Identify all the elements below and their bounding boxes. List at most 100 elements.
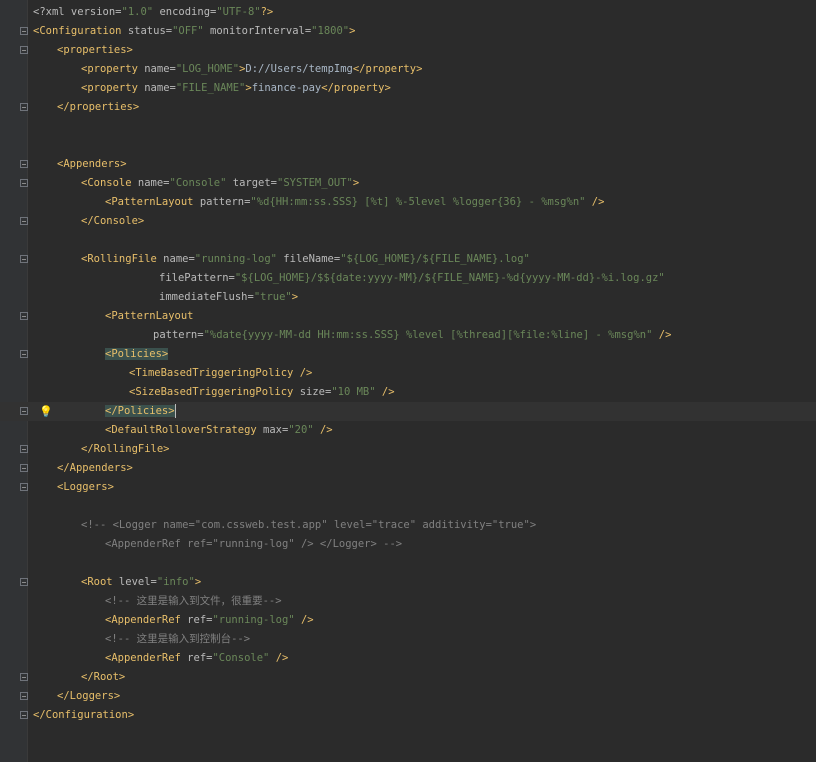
- code-token: fileName=: [276, 253, 341, 265]
- code-line[interactable]: immediateFlush="true">: [0, 288, 816, 307]
- fold-marker-icon[interactable]: [20, 350, 28, 358]
- code-text: <Policies>: [105, 345, 169, 364]
- code-line[interactable]: filePattern="${LOG_HOME}/$${date:yyyy-MM…: [0, 269, 816, 288]
- code-token: "10 MB": [331, 386, 376, 398]
- code-token: >: [349, 25, 356, 37]
- code-token: encoding=: [153, 6, 217, 18]
- code-token: "%date{yyyy-MM-dd HH:mm:ss.SSS} %level […: [203, 329, 653, 341]
- fold-marker-icon[interactable]: [20, 103, 28, 111]
- code-token: "SYSTEM_OUT": [277, 177, 353, 189]
- code-line[interactable]: <DefaultRolloverStrategy max="20" />: [0, 421, 816, 440]
- code-token: <AppenderRef: [105, 652, 181, 664]
- code-line[interactable]: pattern="%date{yyyy-MM-dd HH:mm:ss.SSS} …: [0, 326, 816, 345]
- code-line[interactable]: <Console name="Console" target="SYSTEM_O…: [0, 174, 816, 193]
- code-line[interactable]: </Configuration>: [0, 706, 816, 725]
- code-line[interactable]: <SizeBasedTriggeringPolicy size="10 MB" …: [0, 383, 816, 402]
- code-text: <PatternLayout: [105, 307, 194, 326]
- code-token: <PatternLayout: [105, 196, 194, 208]
- code-token: <property: [81, 63, 138, 75]
- fold-marker-icon[interactable]: [20, 255, 28, 263]
- code-text: <Console name="Console" target="SYSTEM_O…: [81, 174, 359, 193]
- code-line[interactable]: <TimeBasedTriggeringPolicy />: [0, 364, 816, 383]
- fold-marker-icon[interactable]: [20, 578, 28, 586]
- fold-marker-icon[interactable]: [20, 312, 28, 320]
- code-token: <Console: [81, 177, 132, 189]
- code-token: </properties>: [57, 101, 140, 113]
- code-token: >: [291, 291, 299, 303]
- code-line[interactable]: </Appenders>: [0, 459, 816, 478]
- code-token: level=: [112, 576, 157, 588]
- fold-marker-icon[interactable]: [20, 27, 28, 35]
- code-text: <AppenderRef ref="running-log" /> </Logg…: [105, 535, 402, 554]
- code-line[interactable]: </Loggers>: [0, 687, 816, 706]
- code-token: <property: [81, 82, 138, 94]
- code-text: </Loggers>: [57, 687, 120, 706]
- code-token: <Policies>: [105, 348, 169, 360]
- code-line[interactable]: <!-- <Logger name="com.cssweb.test.app" …: [0, 516, 816, 535]
- code-line[interactable]: <property name="LOG_HOME">D://Users/temp…: [0, 60, 816, 79]
- fold-marker-icon[interactable]: [20, 711, 28, 719]
- fold-marker-icon[interactable]: [20, 483, 28, 491]
- code-text: <AppenderRef ref="running-log" />: [105, 611, 314, 630]
- code-text: <property name="FILE_NAME">finance-pay</…: [81, 79, 391, 98]
- code-token: target=: [226, 177, 277, 189]
- code-line[interactable]: <Root level="info">: [0, 573, 816, 592]
- code-line[interactable]: <Configuration status="OFF" monitorInter…: [0, 22, 816, 41]
- code-line[interactable]: <Policies>: [0, 345, 816, 364]
- code-token: <Loggers>: [57, 481, 114, 493]
- intention-bulb-icon[interactable]: 💡: [39, 405, 53, 419]
- code-line[interactable]: [0, 136, 816, 155]
- code-line[interactable]: [0, 497, 816, 516]
- code-text: <Root level="info">: [81, 573, 201, 592]
- code-token: <RollingFile: [81, 253, 157, 265]
- code-line[interactable]: <AppenderRef ref="Console" />: [0, 649, 816, 668]
- fold-marker-icon[interactable]: [20, 407, 28, 415]
- fold-marker-icon[interactable]: [20, 673, 28, 681]
- code-editor[interactable]: <?xml version="1.0" encoding="UTF-8"?> <C…: [0, 0, 816, 762]
- code-line[interactable]: <AppenderRef ref="running-log" /> </Logg…: [0, 535, 816, 554]
- code-line[interactable]: <PatternLayout: [0, 307, 816, 326]
- code-text: <DefaultRolloverStrategy max="20" />: [105, 421, 333, 440]
- code-token: D://Users/tempImg: [245, 63, 353, 75]
- code-line[interactable]: </Root>: [0, 668, 816, 687]
- fold-marker-icon[interactable]: [20, 464, 28, 472]
- code-text: </RollingFile>: [81, 440, 170, 459]
- code-token: <PatternLayout: [105, 310, 194, 322]
- code-line[interactable]: <AppenderRef ref="running-log" />: [0, 611, 816, 630]
- code-token: filePattern=: [159, 272, 235, 284]
- code-line[interactable]: </Console>: [0, 212, 816, 231]
- code-line[interactable]: [0, 554, 816, 573]
- code-token: "true": [253, 291, 292, 303]
- code-line[interactable]: <Appenders>: [0, 155, 816, 174]
- code-token: />: [294, 614, 314, 626]
- code-line[interactable]: <Loggers>: [0, 478, 816, 497]
- code-token: />: [313, 424, 333, 436]
- code-line[interactable]: </properties>: [0, 98, 816, 117]
- fold-marker-icon[interactable]: [20, 179, 28, 187]
- code-line[interactable]: <!-- 这里是输入到文件，很重要-->: [0, 592, 816, 611]
- code-token: immediateFlush=: [159, 291, 254, 303]
- fold-marker-icon[interactable]: [20, 160, 28, 168]
- code-line[interactable]: <?xml version="1.0" encoding="UTF-8"?>: [0, 3, 816, 22]
- fold-marker-icon[interactable]: [20, 217, 28, 225]
- fold-marker-icon[interactable]: [20, 445, 28, 453]
- code-line[interactable]: 💡 </Policies>: [0, 402, 816, 421]
- code-text: </Root>: [81, 668, 125, 687]
- code-line[interactable]: </RollingFile>: [0, 440, 816, 459]
- code-token: <?xml version=: [33, 6, 122, 18]
- code-token: "running-log": [194, 253, 277, 265]
- fold-marker-icon[interactable]: [20, 46, 28, 54]
- code-token: <properties>: [57, 44, 133, 56]
- text-caret: [174, 404, 176, 418]
- code-line[interactable]: <PatternLayout pattern="%d{HH:mm:ss.SSS}…: [0, 193, 816, 212]
- code-token: />: [585, 196, 605, 208]
- code-line[interactable]: [0, 231, 816, 250]
- code-line[interactable]: <property name="FILE_NAME">finance-pay</…: [0, 79, 816, 98]
- code-line[interactable]: [0, 117, 816, 136]
- code-text: <Appenders>: [57, 155, 127, 174]
- code-line[interactable]: <RollingFile name="running-log" fileName…: [0, 250, 816, 269]
- code-line[interactable]: <properties>: [0, 41, 816, 60]
- code-line[interactable]: <!-- 这里是输入到控制台-->: [0, 630, 816, 649]
- code-token: </RollingFile>: [81, 443, 170, 455]
- fold-marker-icon[interactable]: [20, 692, 28, 700]
